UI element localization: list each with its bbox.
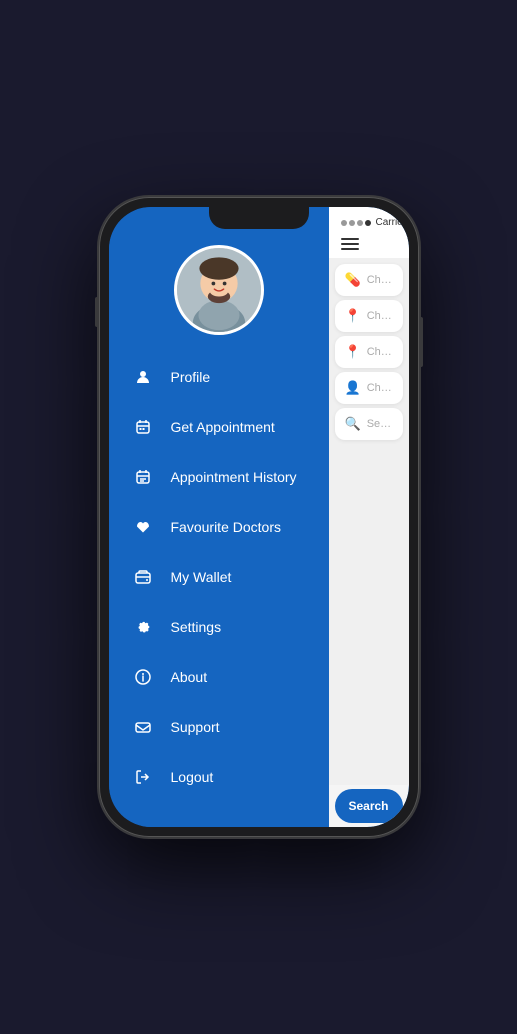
appointment-history-icon — [129, 463, 157, 491]
sidebar-item-about[interactable]: About — [119, 653, 319, 701]
card-text: Cho... — [367, 346, 393, 358]
h-line-2 — [341, 243, 359, 245]
avatar-container — [109, 235, 329, 335]
hamburger-icon — [341, 238, 397, 250]
content-card[interactable]: 👤 Cho... — [335, 372, 403, 404]
card-icon: 🔍 — [345, 416, 361, 432]
support-label: Support — [171, 719, 220, 735]
menu-list: Profile Get Appointment Appointment Histor… — [109, 353, 329, 803]
signal-2 — [349, 220, 355, 226]
status-bar: Carrier 📶 — [329, 207, 409, 232]
card-icon: 💊 — [345, 272, 361, 288]
content-card[interactable]: 📍 Cho... — [335, 336, 403, 368]
right-panel: Carrier 📶 💊 Cho... 📍 Cho... 📍 Cho... 👤 Cho... 🔍 S… — [329, 207, 409, 827]
appointment-history-label: Appointment History — [171, 469, 297, 485]
favourite-doctors-label: Favourite Doctors — [171, 519, 281, 535]
settings-label: Settings — [171, 619, 222, 635]
sidebar-item-appointment-history[interactable]: Appointment History — [119, 453, 319, 501]
card-text: Cho... — [367, 382, 393, 394]
card-icon: 👤 — [345, 380, 361, 396]
status-left: Carrier 📶 — [341, 217, 409, 228]
my-wallet-icon — [129, 563, 157, 591]
content-card[interactable]: 📍 Cho... — [335, 300, 403, 332]
avatar — [174, 245, 264, 335]
get-appointment-label: Get Appointment — [171, 419, 275, 435]
sidebar-item-favourite-doctors[interactable]: Favourite Doctors — [119, 503, 319, 551]
about-icon — [129, 663, 157, 691]
screen-content: Profile Get Appointment Appointment Histor… — [109, 207, 409, 827]
sidebar-item-my-wallet[interactable]: My Wallet — [119, 553, 319, 601]
favourite-doctors-icon — [129, 513, 157, 541]
card-text: Cho... — [367, 274, 393, 286]
search-button[interactable]: Search — [335, 789, 403, 823]
content-card[interactable]: 🔍 Sea... — [335, 408, 403, 440]
get-appointment-icon — [129, 413, 157, 441]
content-card[interactable]: 💊 Cho... — [335, 264, 403, 296]
avatar-image — [177, 245, 261, 335]
signal-4 — [365, 220, 371, 226]
support-icon — [129, 713, 157, 741]
h-line-1 — [341, 238, 359, 240]
sidebar-item-get-appointment[interactable]: Get Appointment — [119, 403, 319, 451]
sidebar-item-logout[interactable]: Logout — [119, 753, 319, 801]
content-area: 💊 Cho... 📍 Cho... 📍 Cho... 👤 Cho... 🔍 Sea... — [329, 258, 409, 785]
carrier-text: Carrier — [376, 217, 407, 228]
my-wallet-label: My Wallet — [171, 569, 232, 585]
profile-icon — [129, 363, 157, 391]
about-label: About — [171, 669, 208, 685]
h-line-3 — [341, 248, 359, 250]
sidebar: Profile Get Appointment Appointment Histor… — [109, 207, 329, 827]
logout-label: Logout — [171, 769, 214, 785]
phone-frame: Profile Get Appointment Appointment Histor… — [99, 197, 419, 837]
sidebar-item-profile[interactable]: Profile — [119, 353, 319, 401]
hamburger-button[interactable] — [329, 232, 409, 258]
profile-label: Profile — [171, 369, 211, 385]
signal-3 — [357, 220, 363, 226]
card-text: Cho... — [367, 310, 393, 322]
signal-1 — [341, 220, 347, 226]
card-icon: 📍 — [345, 308, 361, 324]
card-icon: 📍 — [345, 344, 361, 360]
settings-icon — [129, 613, 157, 641]
sidebar-item-support[interactable]: Support — [119, 703, 319, 751]
notch — [209, 207, 309, 229]
card-text: Sea... — [367, 418, 393, 430]
phone-screen: Profile Get Appointment Appointment Histor… — [109, 207, 409, 827]
logout-icon — [129, 763, 157, 791]
sidebar-item-settings[interactable]: Settings — [119, 603, 319, 651]
